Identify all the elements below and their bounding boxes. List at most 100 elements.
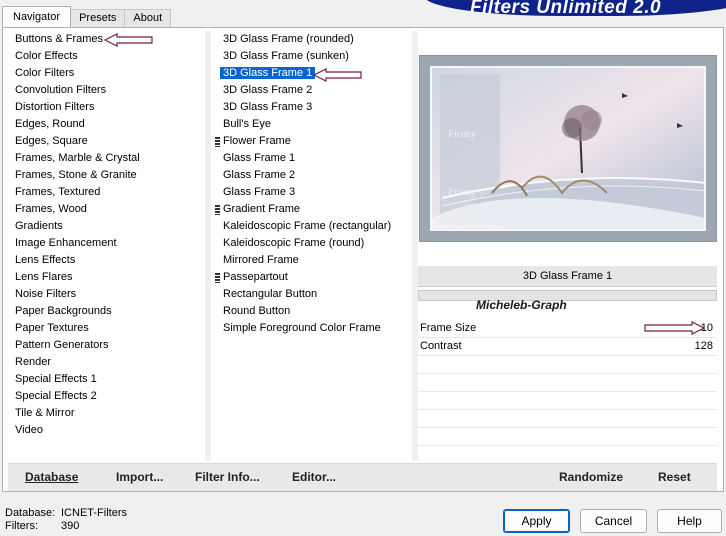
category-item[interactable]: Frames, Marble & Crystal [9,150,205,167]
filter-label: 3D Glass Frame 3 [223,101,313,113]
category-label: Image Enhancement [15,237,117,249]
filter-label: Flower Frame [223,135,291,147]
category-label: Paper Backgrounds [15,305,112,317]
preview-thumbnail: Frosty Frosty [430,66,706,231]
category-item[interactable]: Frames, Wood [9,201,205,218]
filter-item[interactable]: Flower Frame [212,133,412,150]
reset-button[interactable]: Reset [658,470,691,484]
category-item[interactable]: Edges, Square [9,133,205,150]
category-item[interactable]: Pattern Generators [9,337,205,354]
tab-navigator[interactable]: Navigator [2,6,72,27]
filter-label: Kaleidoscopic Frame (round) [223,237,365,249]
filter-item[interactable]: Round Button [212,303,412,320]
filter-label: Round Button [223,305,291,317]
preset-marker-icon [215,137,220,147]
param-empty-row [418,356,717,374]
filter-item[interactable]: Glass Frame 2 [212,167,412,184]
param-value[interactable]: 128 [695,338,713,355]
category-item[interactable]: Edges, Round [9,116,205,133]
filter-item[interactable]: Rectangular Button [212,286,412,303]
filter-label: 3D Glass Frame (rounded) [223,33,354,45]
editor-button[interactable]: Editor... [292,470,336,484]
category-label: Video [15,424,43,436]
filter-item[interactable]: 3D Glass Frame (sunken) [212,48,412,65]
filter-label: Glass Frame 2 [223,169,296,181]
cancel-button[interactable]: Cancel [580,509,647,533]
filter-item[interactable]: 3D Glass Frame (rounded) [212,31,412,48]
filter-list[interactable]: 3D Glass Frame (rounded) 3D Glass Frame (… [212,31,412,461]
category-item[interactable]: Image Enhancement [9,235,205,252]
category-item[interactable]: Frames, Stone & Granite [9,167,205,184]
filter-label: 3D Glass Frame (sunken) [223,50,349,62]
category-item[interactable]: Gradients [9,218,205,235]
preview-progress-bar [418,290,717,301]
status-filters: Filters: 390 [5,520,79,532]
help-button[interactable]: Help [657,509,722,533]
category-item[interactable]: Paper Backgrounds [9,303,205,320]
filter-item[interactable]: Mirrored Frame [212,252,412,269]
category-item[interactable]: Video [9,422,205,439]
filter-item[interactable]: Passepartout [212,269,412,286]
category-label: Special Effects 2 [15,390,97,402]
preview-artwork [432,68,704,229]
annotation-arrow-icon [104,33,153,47]
import-button[interactable]: Import... [116,470,163,484]
category-item[interactable]: Paper Textures [9,320,205,337]
filter-item-selected[interactable]: 3D Glass Frame 1 [212,65,412,82]
category-label: Gradients [15,220,63,232]
category-label: Lens Flares [15,271,73,283]
category-label: Render [15,356,52,368]
apply-button[interactable]: Apply [503,509,570,533]
database-button[interactable]: Database [25,470,78,484]
category-item[interactable]: Color Filters [9,65,205,82]
category-item[interactable]: Color Effects [9,48,205,65]
category-label: Color Filters [15,67,75,79]
param-name: Frame Size [420,322,477,334]
category-item[interactable]: Lens Flares [9,269,205,286]
filter-item[interactable]: Gradient Frame [212,201,412,218]
filter-label: Glass Frame 3 [223,186,296,198]
category-item[interactable]: Frames, Textured [9,184,205,201]
list-splitter[interactable] [205,31,211,461]
category-label: Lens Effects [15,254,76,266]
category-item[interactable]: Render [9,354,205,371]
banner-title: Filters Unlimited 2.0 [470,0,662,18]
filter-item[interactable]: Simple Foreground Color Frame [212,320,412,337]
category-item[interactable]: Distortion Filters [9,99,205,116]
filter-item[interactable]: 3D Glass Frame 3 [212,99,412,116]
status-filters-value: 390 [61,520,80,532]
param-contrast[interactable]: Contrast 128 [418,338,717,356]
thumb-text-1: Frosty [448,128,477,140]
preview-image: Frosty Frosty [419,55,717,242]
annotation-arrow-icon [644,321,706,335]
category-item[interactable]: Noise Filters [9,286,205,303]
filter-item[interactable]: 3D Glass Frame 2 [212,82,412,99]
filter-label: Mirrored Frame [223,254,299,266]
category-item[interactable]: Convolution Filters [9,82,205,99]
category-list[interactable]: Buttons & Frames Color Effects Color Filte… [9,31,205,461]
filter-item[interactable]: Bull's Eye [212,116,412,133]
filter-item[interactable]: Kaleidoscopic Frame (round) [212,235,412,252]
param-empty-row [418,446,717,464]
randomize-button[interactable]: Randomize [559,470,623,484]
filter-item[interactable]: Kaleidoscopic Frame (rectangular) [212,218,412,235]
tab-presets[interactable]: Presets [70,9,126,27]
preset-marker-icon [215,205,220,215]
category-label: Buttons & Frames [15,33,104,45]
filter-item[interactable]: Glass Frame 1 [212,150,412,167]
category-item[interactable]: Tile & Mirror [9,405,205,422]
category-label: Edges, Round [15,118,85,130]
category-label: Special Effects 1 [15,373,97,385]
category-label: Color Effects [15,50,78,62]
filter-item[interactable]: Glass Frame 3 [212,184,412,201]
category-item[interactable]: Special Effects 1 [9,371,205,388]
param-empty-row [418,392,717,410]
category-label: Frames, Stone & Granite [15,169,137,181]
category-item[interactable]: Special Effects 2 [9,388,205,405]
filter-info-button[interactable]: Filter Info... [195,470,260,484]
watermark-text: Micheleb-Graph [476,298,567,312]
tab-about[interactable]: About [124,9,172,27]
status-database: Database: ICNET-Filters [5,507,127,519]
category-item[interactable]: Lens Effects [9,252,205,269]
preset-marker-icon [215,273,220,283]
